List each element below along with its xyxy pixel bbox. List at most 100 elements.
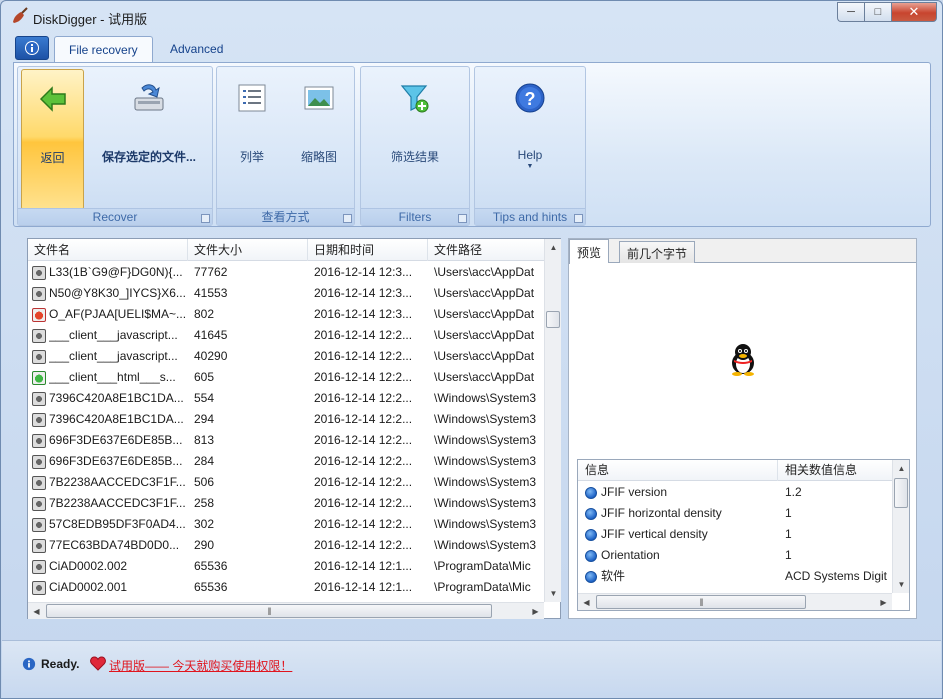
ribbon-panel: 返回 保存选定的文件... Recover 列举 缩略图 查看方式 筛选结果 F…	[13, 62, 931, 227]
view-group-launcher[interactable]	[343, 214, 352, 223]
table-row[interactable]: ___client___javascript... 40290 2016-12-14…	[28, 346, 544, 367]
info-vertical-scroll-thumb[interactable]	[894, 478, 908, 508]
datetime-cell: 2016-12-14 12:2...	[314, 328, 413, 342]
table-row[interactable]: O_AF(PJAA[UELI$MA~... 802 2016-12-14 12:3.…	[28, 304, 544, 325]
table-row[interactable]: 696F3DE637E6DE85B... 284 2016-12-14 12:2..…	[28, 451, 544, 472]
save-selected-files-button[interactable]: 保存选定的文件...	[88, 69, 210, 210]
table-row[interactable]: 7B2238AACCEDC3F1F... 506 2016-12-14 12:2..…	[28, 472, 544, 493]
file-info-table[interactable]: 信息 相关数值信息 JFIF version 1.2 JFIF horizontal…	[577, 459, 910, 611]
info-row[interactable]: JFIF horizontal density 1	[578, 503, 892, 524]
file-type-icon	[32, 412, 46, 427]
datetime-cell: 2016-12-14 12:2...	[314, 538, 413, 552]
help-icon: ?	[513, 81, 547, 115]
filename-text: ___client___javascript...	[49, 328, 178, 342]
info-key-cell: JFIF horizontal density	[578, 503, 778, 524]
filter-results-button[interactable]: 筛选结果	[365, 69, 465, 210]
filesize-cell: 258	[194, 496, 215, 510]
filesize-cell: 40290	[194, 349, 228, 363]
datetime-cell: 2016-12-14 12:3...	[314, 286, 413, 300]
info-horizontal-scrollbar[interactable]: ◀ ||| ▶	[578, 593, 892, 610]
info-row[interactable]: Orientation 1	[578, 545, 892, 566]
info-vertical-scrollbar[interactable]: ▲ ▼	[892, 460, 909, 593]
scroll-right-arrow-icon[interactable]: ▶	[527, 603, 544, 620]
thumbnail-view-button[interactable]: 缩略图	[287, 69, 351, 210]
filesize-cell: 302	[194, 517, 215, 531]
tab-advanced[interactable]: Advanced	[156, 36, 237, 63]
info-key-cell: JFIF version	[578, 482, 778, 503]
filename-text: 77EC63BDA74BD0D0...	[49, 538, 180, 552]
back-button[interactable]: 返回	[21, 69, 84, 210]
info-bullet-icon	[585, 549, 597, 562]
info-key-cell: Orientation	[578, 545, 778, 566]
info-value-cell: 1	[785, 527, 792, 541]
info-scroll-right-arrow-icon[interactable]: ▶	[875, 594, 892, 611]
filesize-cell: 290	[194, 538, 215, 552]
preview-pane: 预览 前几个字节 信息 相关数值信息 JFIF version 1.2 JFIF h…	[568, 238, 917, 619]
column-header-filename[interactable]: 文件名	[28, 239, 188, 261]
table-row[interactable]: 77EC63BDA74BD0D0... 290 2016-12-14 12:2...…	[28, 535, 544, 556]
table-row[interactable]: 696F3DE637E6DE85B... 813 2016-12-14 12:2..…	[28, 430, 544, 451]
filename-text: CiAD0002.001	[49, 580, 128, 594]
filename-text: 7396C420A8E1BC1DA...	[49, 391, 184, 405]
info-scroll-left-arrow-icon[interactable]: ◀	[578, 594, 595, 611]
tab-preview[interactable]: 预览	[569, 239, 610, 264]
filesize-cell: 605	[194, 370, 215, 384]
table-row[interactable]: ___client___html___s... 605 2016-12-14 12:…	[28, 367, 544, 388]
info-key-text: 软件	[601, 569, 626, 583]
tab-first-bytes[interactable]: 前几个字节	[619, 241, 696, 263]
info-row[interactable]: JFIF version 1.2	[578, 482, 892, 503]
filesize-cell: 284	[194, 454, 215, 468]
group-label-recover: Recover	[18, 208, 212, 225]
info-scroll-up-arrow-icon[interactable]: ▲	[893, 460, 910, 477]
table-row[interactable]: L33(1B`G9@F}DG0N){... 77762 2016-12-14 12:…	[28, 262, 544, 283]
table-row[interactable]: N50@Y8K30_]IYCS}X6... 41553 2016-12-14 12:…	[28, 283, 544, 304]
scroll-left-arrow-icon[interactable]: ◀	[28, 603, 45, 620]
filepath-cell: \ProgramData\Mic	[434, 559, 531, 573]
file-type-icon	[32, 349, 46, 364]
tips-group-launcher[interactable]	[574, 214, 583, 223]
list-view-button[interactable]: 列举	[221, 69, 283, 210]
file-type-icon	[32, 370, 46, 385]
horizontal-scroll-thumb[interactable]: |||	[46, 604, 492, 618]
tab-file-recovery[interactable]: File recovery	[54, 36, 153, 63]
maximize-button[interactable]: □	[864, 2, 891, 22]
table-row[interactable]: 7396C420A8E1BC1DA... 294 2016-12-14 12:2..…	[28, 409, 544, 430]
table-row[interactable]: 7B2238AACCEDC3F1F... 258 2016-12-14 12:2..…	[28, 493, 544, 514]
table-row[interactable]: ___client___javascript... 41645 2016-12-14…	[28, 325, 544, 346]
file-type-icon	[32, 307, 46, 322]
title-bar[interactable]: DiskDigger - 试用版 ─ □ ✕	[1, 1, 942, 31]
column-header-info[interactable]: 信息	[578, 460, 778, 481]
file-list[interactable]: 文件名 文件大小 日期和时间 文件路径 L33(1B`G9@F}DG0N){..…	[27, 238, 561, 619]
recover-group-launcher[interactable]	[201, 214, 210, 223]
minimize-button[interactable]: ─	[837, 2, 864, 22]
filepath-cell: \Users\acc\AppDat	[434, 370, 535, 384]
table-row[interactable]: CiAD0002.002 65536 2016-12-14 12:1... \Prog…	[28, 556, 544, 577]
app-menu-button[interactable]	[15, 36, 49, 60]
table-row[interactable]: 57C8EDB95DF3F0AD4... 302 2016-12-14 12:2..…	[28, 514, 544, 535]
file-list-horizontal-scrollbar[interactable]: ◀ ||| ▶	[28, 602, 544, 619]
filepath-cell: \Windows\System3	[434, 412, 537, 426]
column-header-value[interactable]: 相关数值信息	[778, 460, 892, 481]
buy-license-link[interactable]: 试用版—— 今天就购买使用权限！	[109, 657, 292, 674]
filepath-cell: \Windows\System3	[434, 475, 537, 489]
column-header-filepath[interactable]: 文件路径	[428, 239, 544, 261]
table-row[interactable]: CiAD0002.001 65536 2016-12-14 12:1... \Prog…	[28, 577, 544, 598]
info-scroll-down-arrow-icon[interactable]: ▼	[893, 576, 910, 593]
column-header-datetime[interactable]: 日期和时间	[308, 239, 428, 261]
scroll-up-arrow-icon[interactable]: ▲	[545, 239, 562, 256]
vertical-scroll-thumb[interactable]	[546, 311, 560, 328]
file-list-vertical-scrollbar[interactable]: ▲ ▼	[544, 239, 561, 602]
group-view: 列举 缩略图 查看方式	[216, 66, 355, 226]
info-row[interactable]: 软件 ACD Systems Digit	[578, 566, 892, 587]
close-button[interactable]: ✕	[891, 2, 937, 22]
info-row[interactable]: JFIF vertical density 1	[578, 524, 892, 545]
filename-cell: 7396C420A8E1BC1DA...	[28, 409, 188, 430]
filename-cell: ___client___javascript...	[28, 325, 188, 346]
filters-group-launcher[interactable]	[458, 214, 467, 223]
scroll-down-arrow-icon[interactable]: ▼	[545, 585, 562, 602]
table-row[interactable]: 7396C420A8E1BC1DA... 554 2016-12-14 12:2..…	[28, 388, 544, 409]
filepath-cell: \Windows\System3	[434, 538, 537, 552]
info-horizontal-scroll-thumb[interactable]: |||	[596, 595, 806, 609]
column-header-filesize[interactable]: 文件大小	[188, 239, 308, 261]
help-button[interactable]: ? Help ▼	[479, 69, 581, 210]
